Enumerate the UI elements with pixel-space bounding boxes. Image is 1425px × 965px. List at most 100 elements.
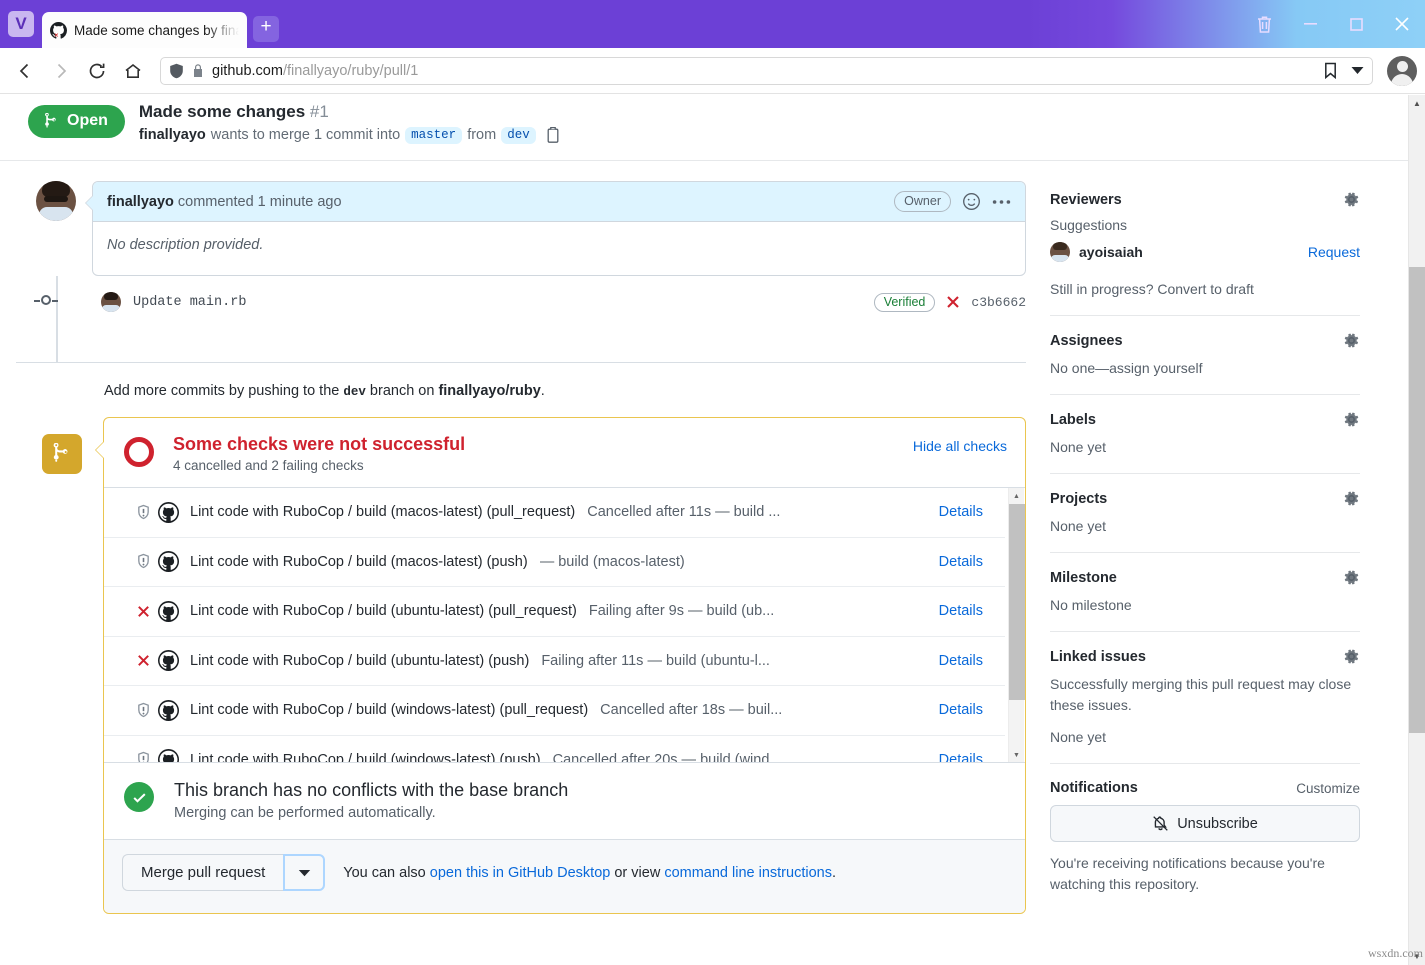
gear-icon[interactable] bbox=[1343, 411, 1360, 428]
minimize-button[interactable] bbox=[1287, 0, 1333, 48]
sidebar-section-labels: Labels None yet bbox=[1050, 411, 1360, 474]
notifications-heading: Notifications Customize bbox=[1050, 780, 1360, 796]
milestone-value: No milestone bbox=[1050, 595, 1360, 616]
gear-icon[interactable] bbox=[1343, 490, 1360, 507]
merge-options-dropdown-button[interactable] bbox=[283, 854, 325, 891]
new-tab-button[interactable]: + bbox=[253, 16, 279, 42]
checks-scroll-down-button[interactable]: ▼ bbox=[1009, 747, 1024, 762]
unsubscribe-label: Unsubscribe bbox=[1177, 816, 1258, 832]
gear-icon[interactable] bbox=[1343, 648, 1360, 665]
reload-button[interactable] bbox=[80, 54, 114, 88]
trash-icon[interactable] bbox=[1241, 0, 1287, 48]
verified-badge[interactable]: Verified bbox=[874, 293, 936, 312]
pr-author[interactable]: finallyayo bbox=[139, 127, 206, 143]
checks-scroll-up-button[interactable]: ▲ bbox=[1009, 488, 1024, 504]
kebab-menu-icon[interactable] bbox=[992, 199, 1011, 205]
maximize-button[interactable] bbox=[1333, 0, 1379, 48]
close-button[interactable] bbox=[1379, 0, 1425, 48]
notifications-footer-text: You're receiving notifications because y… bbox=[1050, 853, 1360, 895]
check-name[interactable]: Lint code with RuboCop / build (windows-… bbox=[190, 752, 541, 762]
conflict-status-row: This branch has no conflicts with the ba… bbox=[104, 762, 1025, 839]
checks-list-inner: Lint code with RuboCop / build (macos-la… bbox=[104, 488, 1005, 762]
checks-scrollbar-thumb[interactable] bbox=[1009, 504, 1025, 700]
push-hint-prefix: Add more commits by pushing to the bbox=[104, 383, 339, 399]
pr-conversation-column: finallyayo commented 1 minute ago Owner bbox=[36, 181, 1026, 965]
comment-author[interactable]: finallyayo bbox=[107, 194, 174, 210]
push-hint-middle: branch on bbox=[370, 383, 435, 399]
check-details-link[interactable]: Details bbox=[939, 752, 1005, 762]
commit-author-avatar[interactable] bbox=[101, 292, 121, 312]
home-button[interactable] bbox=[116, 54, 150, 88]
check-name[interactable]: Lint code with RuboCop / build (ubuntu-l… bbox=[190, 603, 577, 619]
reviewer-name[interactable]: ayoisaiah bbox=[1079, 244, 1143, 260]
page-scrollbar[interactable]: ▲ ▼ bbox=[1408, 95, 1425, 965]
page-columns: finallyayo commented 1 minute ago Owner bbox=[0, 161, 1408, 965]
github-actions-icon bbox=[158, 650, 179, 671]
labels-heading: Labels bbox=[1050, 411, 1360, 428]
labels-value: None yet bbox=[1050, 437, 1360, 458]
forward-button[interactable] bbox=[44, 54, 78, 88]
smiley-icon[interactable] bbox=[962, 192, 981, 211]
page-scrollbar-thumb[interactable] bbox=[1409, 267, 1425, 733]
check-name[interactable]: Lint code with RuboCop / build (macos-la… bbox=[190, 554, 528, 570]
checks-scrollbar[interactable]: ▲ ▼ bbox=[1008, 488, 1024, 762]
sidebar-section-milestone: Milestone No milestone bbox=[1050, 569, 1360, 632]
pr-merge-text-1: wants to merge 1 commit into bbox=[211, 127, 400, 143]
browser-tab[interactable]: Made some changes by fina bbox=[42, 12, 247, 48]
gear-icon[interactable] bbox=[1343, 569, 1360, 586]
vivaldi-logo-icon[interactable]: V bbox=[8, 11, 34, 37]
page-scroll-up-button[interactable]: ▲ bbox=[1409, 95, 1425, 112]
github-desktop-link[interactable]: open this in GitHub Desktop bbox=[430, 865, 611, 881]
status-badge-label: Open bbox=[67, 112, 108, 130]
commit-sha[interactable]: c3b6662 bbox=[971, 295, 1026, 310]
lock-icon[interactable] bbox=[192, 63, 204, 78]
customize-notifications-link[interactable]: Customize bbox=[1296, 781, 1360, 796]
profile-avatar[interactable] bbox=[1387, 56, 1417, 86]
check-name[interactable]: Lint code with RuboCop / build (ubuntu-l… bbox=[190, 653, 529, 669]
check-details-link[interactable]: Details bbox=[939, 653, 1005, 669]
base-branch-chip[interactable]: master bbox=[405, 127, 462, 144]
pr-merge-text-2: from bbox=[467, 127, 496, 143]
check-name[interactable]: Lint code with RuboCop / build (windows-… bbox=[190, 702, 588, 718]
comment-header: finallyayo commented 1 minute ago Owner bbox=[93, 182, 1025, 222]
merge-pull-request-button[interactable]: Merge pull request bbox=[122, 854, 283, 891]
merge-button-group: Merge pull request bbox=[122, 854, 325, 891]
avatar[interactable] bbox=[1050, 242, 1070, 262]
unsubscribe-button[interactable]: Unsubscribe bbox=[1050, 805, 1360, 842]
gear-icon[interactable] bbox=[1343, 332, 1360, 349]
command-line-instructions-link[interactable]: command line instructions bbox=[664, 865, 832, 881]
hide-all-checks-link[interactable]: Hide all checks bbox=[913, 438, 1007, 454]
github-actions-icon bbox=[158, 749, 179, 762]
check-details-link[interactable]: Details bbox=[939, 603, 1005, 619]
checks-failed-icon bbox=[124, 437, 154, 467]
checks-header: Some checks were not successful 4 cancel… bbox=[104, 418, 1025, 487]
convert-to-draft-text[interactable]: Still in progress? Convert to draft bbox=[1050, 279, 1360, 300]
avatar[interactable] bbox=[36, 181, 76, 221]
list-item: ayoisaiah Request bbox=[1050, 242, 1360, 262]
head-branch-chip[interactable]: dev bbox=[501, 127, 536, 144]
check-row: Lint code with RuboCop / build (windows-… bbox=[104, 686, 1005, 736]
request-review-link[interactable]: Request bbox=[1308, 244, 1360, 260]
github-error-favicon bbox=[50, 22, 67, 39]
check-description: Failing after 9s — build (ub... bbox=[589, 603, 774, 619]
back-button[interactable] bbox=[8, 54, 42, 88]
status-badge: Open bbox=[28, 105, 125, 138]
github-actions-icon bbox=[158, 551, 179, 572]
github-actions-icon bbox=[158, 502, 179, 523]
gear-icon[interactable] bbox=[1343, 191, 1360, 208]
merge-box: Some checks were not successful 4 cancel… bbox=[103, 417, 1026, 914]
assignees-value[interactable]: No one—assign yourself bbox=[1050, 358, 1360, 379]
bookmark-icon[interactable] bbox=[1324, 62, 1337, 79]
check-details-link[interactable]: Details bbox=[939, 504, 1005, 520]
address-bar[interactable]: github.com/finallyayo/ruby/pull/1 bbox=[160, 57, 1373, 85]
commit-message[interactable]: Update main.rb bbox=[133, 295, 246, 310]
shield-icon[interactable] bbox=[169, 63, 184, 79]
chevron-down-icon[interactable] bbox=[1351, 66, 1364, 75]
check-details-link[interactable]: Details bbox=[939, 702, 1005, 718]
check-name[interactable]: Lint code with RuboCop / build (macos-la… bbox=[190, 504, 575, 520]
pr-meta: Made some changes #1 finallyayo wants to… bbox=[139, 102, 561, 144]
check-details-link[interactable]: Details bbox=[939, 554, 1005, 570]
red-x-icon[interactable] bbox=[945, 294, 961, 310]
push-hint-suffix: . bbox=[541, 383, 545, 399]
copy-icon[interactable] bbox=[545, 126, 561, 144]
